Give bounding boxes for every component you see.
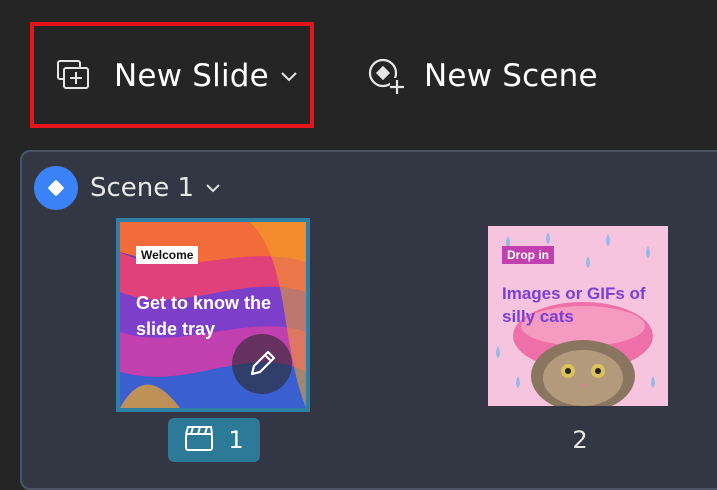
- scene-title: Scene 1: [90, 173, 195, 203]
- toolbar: New Slide New Scene: [0, 0, 717, 150]
- slide-1-text: Get to know the slide tray: [136, 293, 271, 339]
- slide-2-text: Images or GIFs of silly cats: [502, 284, 646, 326]
- slide-thumbnail-1[interactable]: Welcome Get to know the slide tray: [116, 218, 310, 412]
- slide-number-1[interactable]: 1: [168, 418, 260, 462]
- chevron-down-icon[interactable]: [204, 179, 222, 197]
- new-slide-button[interactable]: New Slide: [56, 52, 299, 100]
- new-slide-label: New Slide: [114, 58, 269, 94]
- diamond-icon: [48, 180, 64, 196]
- scene-header[interactable]: Scene 1: [34, 166, 222, 210]
- pencil-icon[interactable]: [232, 334, 292, 394]
- new-scene-button[interactable]: New Scene: [366, 52, 598, 100]
- slide-number-label: 1: [228, 426, 244, 454]
- slide-number-2[interactable]: 2: [560, 426, 600, 454]
- scene-panel: Scene 1 Welcome Get to know the slide tr…: [20, 150, 717, 490]
- slide-1-tag: Welcome: [136, 246, 199, 264]
- add-scene-icon: [366, 56, 406, 96]
- chevron-down-icon[interactable]: [279, 66, 299, 86]
- scene-badge: [34, 166, 78, 210]
- clapperboard-icon: [184, 424, 214, 456]
- slide-thumbnail-2[interactable]: Drop in Images or GIFs of silly cats: [488, 226, 668, 406]
- new-scene-label: New Scene: [424, 58, 598, 94]
- slide-2-tag: Drop in: [502, 246, 554, 264]
- add-slide-icon: [56, 58, 92, 94]
